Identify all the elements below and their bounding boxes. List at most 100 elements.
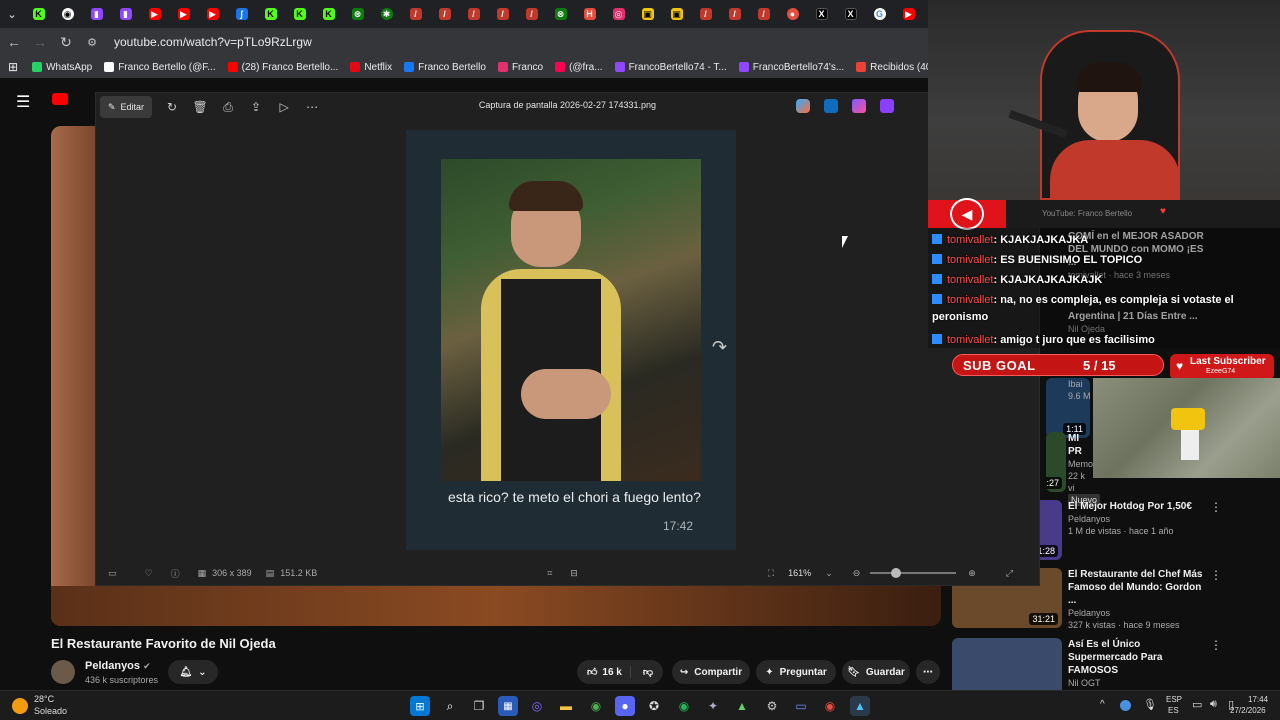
video-thumbnail[interactable] xyxy=(952,638,1062,698)
visual-search-icon[interactable]: ⌗ xyxy=(547,568,552,579)
apps-grid-icon[interactable]: ⊞ xyxy=(8,60,18,74)
volume-icon[interactable]: 🔊︎ xyxy=(1210,698,1217,711)
tab-list-icon[interactable]: ⌄ xyxy=(0,0,24,28)
ask-button[interactable]: ✦ Preguntar xyxy=(756,660,836,684)
tab-x[interactable]: X xyxy=(836,0,865,28)
text-select-icon[interactable]: ⊟ xyxy=(570,568,578,579)
more-options-icon[interactable]: ⋮ xyxy=(1210,568,1222,582)
language-top[interactable]: ESP xyxy=(1166,695,1182,704)
zoom-slider[interactable] xyxy=(870,568,957,578)
clipchamp-icon[interactable] xyxy=(852,99,866,113)
tab-generic[interactable]: / xyxy=(488,0,517,28)
bookmark-item[interactable]: FrancoBertello74 - T... xyxy=(614,62,727,73)
tab-generic[interactable]: ◉ xyxy=(53,0,82,28)
weather-desc[interactable]: Soleado xyxy=(34,706,67,716)
dislike-button[interactable]: 👎︎ xyxy=(637,666,653,678)
bookmark-item[interactable]: FrancoBertello74's... xyxy=(738,62,844,73)
save-button[interactable]: 🔖︎ Guardar xyxy=(842,660,910,684)
copilot-icon[interactable] xyxy=(796,99,810,113)
chevron-down-icon[interactable]: ⌄ xyxy=(825,568,833,579)
share-button[interactable]: ↪ Compartir xyxy=(672,660,750,684)
clock-date[interactable]: 27/2/2026 xyxy=(1230,706,1266,715)
back-arrow-icon[interactable]: ← xyxy=(2,30,26,54)
tab-xbox[interactable]: ⊗ xyxy=(343,0,372,28)
recommendation-channel[interactable]: Nil OGT xyxy=(1068,677,1208,689)
discord-icon[interactable]: ● xyxy=(615,696,635,716)
bookmark-item[interactable]: Recibidos (40) - fran... xyxy=(856,62,928,73)
bookmark-item[interactable]: Franco Bertello (@F... xyxy=(104,62,216,73)
start-icon[interactable]: ⊞ xyxy=(410,696,430,716)
tab-twitch[interactable]: ▮ xyxy=(82,0,111,28)
tab-generic[interactable]: / xyxy=(517,0,546,28)
photos-icon[interactable]: ▲ xyxy=(850,696,870,716)
tab-kick[interactable]: K xyxy=(24,0,53,28)
tab-generic[interactable]: / xyxy=(749,0,778,28)
recommendation-item[interactable]: Ibai 9.6 M xyxy=(1068,378,1092,402)
fullscreen-icon[interactable]: ⤢ xyxy=(1006,568,1013,579)
tab-youtube[interactable]: ▶ xyxy=(140,0,169,28)
tab-x[interactable]: X xyxy=(807,0,836,28)
app-icon[interactable]: ◎ xyxy=(527,696,547,716)
app-icon[interactable]: ⚙ xyxy=(762,696,782,716)
tab-generic[interactable]: / xyxy=(430,0,459,28)
tab-generic[interactable]: ● xyxy=(778,0,807,28)
notifications-button[interactable]: 🔔︎ ⌄ xyxy=(168,660,218,684)
recommendation-title[interactable]: Así Es el Único Supermercado Para FAMOSO… xyxy=(1068,638,1208,677)
bookmark-item[interactable]: (28) Franco Bertello... xyxy=(227,62,338,73)
tab-google[interactable]: G xyxy=(865,0,894,28)
video-thumbnail[interactable]: 2:27 xyxy=(1046,432,1066,492)
app-icon[interactable]: ✪ xyxy=(644,696,664,716)
tab-kick[interactable]: K xyxy=(314,0,343,28)
bookmark-item[interactable]: (@fra... xyxy=(555,62,603,73)
hamburger-menu-icon[interactable]: ☰ xyxy=(16,92,30,112)
channel-name[interactable]: Peldanyos ✔ xyxy=(85,660,151,672)
tray-chevron-icon[interactable]: ^ xyxy=(1100,699,1105,710)
recommendation-item[interactable]: El Restaurante del Chef Más Famoso del M… xyxy=(1068,568,1222,631)
channel-avatar[interactable] xyxy=(51,660,75,684)
tab-generic[interactable]: / xyxy=(691,0,720,28)
more-actions-button[interactable]: ⋯ xyxy=(916,660,940,684)
weather-icon[interactable] xyxy=(12,698,28,714)
steam-icon[interactable]: ✦ xyxy=(703,696,723,716)
youtube-logo[interactable] xyxy=(52,93,68,105)
reload-icon[interactable]: ↻ xyxy=(54,30,78,54)
bookmark-item[interactable]: Franco Bertello xyxy=(404,62,486,73)
search-icon[interactable]: ⌕ xyxy=(440,696,460,716)
more-options-icon[interactable]: ⋮ xyxy=(1210,500,1222,514)
bookmark-item[interactable]: WhatsApp xyxy=(32,62,92,73)
clock-time[interactable]: 17:44 xyxy=(1248,695,1268,704)
bookmark-item[interactable]: Franco xyxy=(497,62,543,73)
url-field[interactable]: youtube.com/watch?v=pTLo9RzLrgw xyxy=(114,35,312,49)
site-info-icon[interactable]: ⚙ xyxy=(80,30,104,54)
recommendation-channel[interactable]: Memos xyxy=(1068,458,1098,470)
tab-twitch[interactable]: ▮ xyxy=(111,0,140,28)
tab-generic[interactable]: / xyxy=(459,0,488,28)
tab-generic[interactable]: ▣ xyxy=(662,0,691,28)
tray-app-icon[interactable] xyxy=(1120,700,1131,711)
language-bottom[interactable]: ES xyxy=(1168,706,1179,715)
recommendation-item[interactable]: MI PR Memos 22 k vi Nuevo xyxy=(1068,432,1101,506)
microphone-icon[interactable]: 🎙︎ xyxy=(1143,698,1157,711)
info-icon[interactable]: ⓘ xyxy=(171,567,180,580)
recommendation-channel[interactable]: Peldanyos xyxy=(1068,513,1208,525)
forward-arrow-icon[interactable]: → xyxy=(28,30,52,54)
tab-generic[interactable]: ▣ xyxy=(633,0,662,28)
tab-generic[interactable]: / xyxy=(401,0,430,28)
designer-icon[interactable] xyxy=(824,99,838,113)
tab-generic[interactable]: ʃ xyxy=(227,0,256,28)
file-explorer-icon[interactable]: ▬ xyxy=(556,696,576,716)
like-button[interactable]: 👍︎ 16 k xyxy=(587,666,631,678)
recommendation-title[interactable]: El Mejor Hotdog Por 1,50€ xyxy=(1068,500,1208,513)
tab-youtube[interactable]: ▶ xyxy=(169,0,198,28)
chrome-icon[interactable]: ◉ xyxy=(820,696,840,716)
task-view-icon[interactable]: ❐ xyxy=(469,696,489,716)
network-icon[interactable]: ▭ xyxy=(1192,698,1202,711)
tab-xbox[interactable]: ✱ xyxy=(372,0,401,28)
recommendation-item[interactable]: El Mejor Hotdog Por 1,50€ Peldanyos 1 M de… xyxy=(1068,500,1222,537)
zoom-slider-thumb[interactable] xyxy=(891,568,902,578)
zoom-in-icon[interactable]: ⊕ xyxy=(968,568,976,579)
recommendation-channel[interactable]: Peldanyos xyxy=(1068,607,1208,619)
editor-icon[interactable] xyxy=(880,99,894,113)
more-options-icon[interactable]: ⋮ xyxy=(1210,638,1222,652)
fit-screen-icon[interactable]: ⛶ xyxy=(768,568,774,579)
